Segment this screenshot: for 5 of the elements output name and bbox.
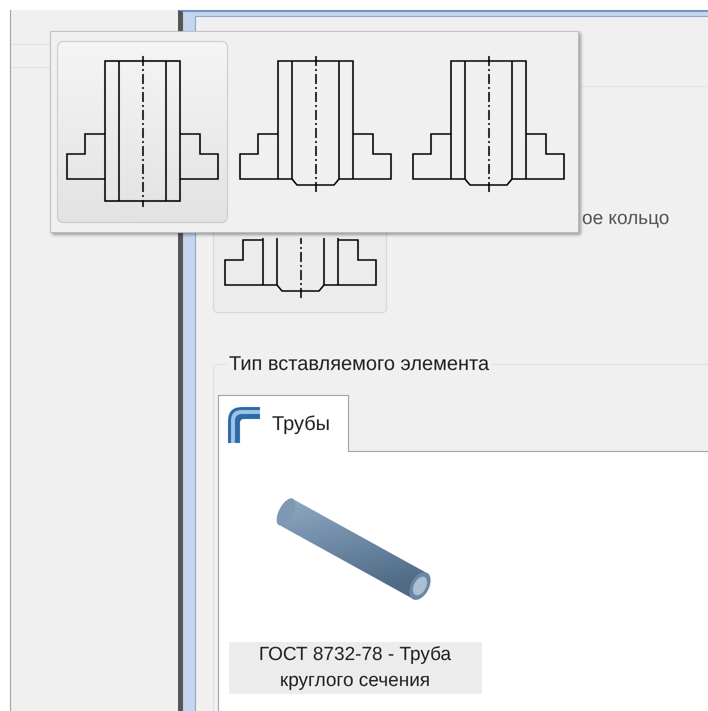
item-caption[interactable]: ГОСТ 8732-78 - Труба круглого сечения	[228, 642, 482, 694]
tab[interactable]: Трубы	[218, 395, 350, 452]
pipe-elbow-icon	[226, 405, 260, 443]
option-label: ое кольцо	[582, 206, 670, 231]
flange-option[interactable]	[57, 41, 228, 223]
